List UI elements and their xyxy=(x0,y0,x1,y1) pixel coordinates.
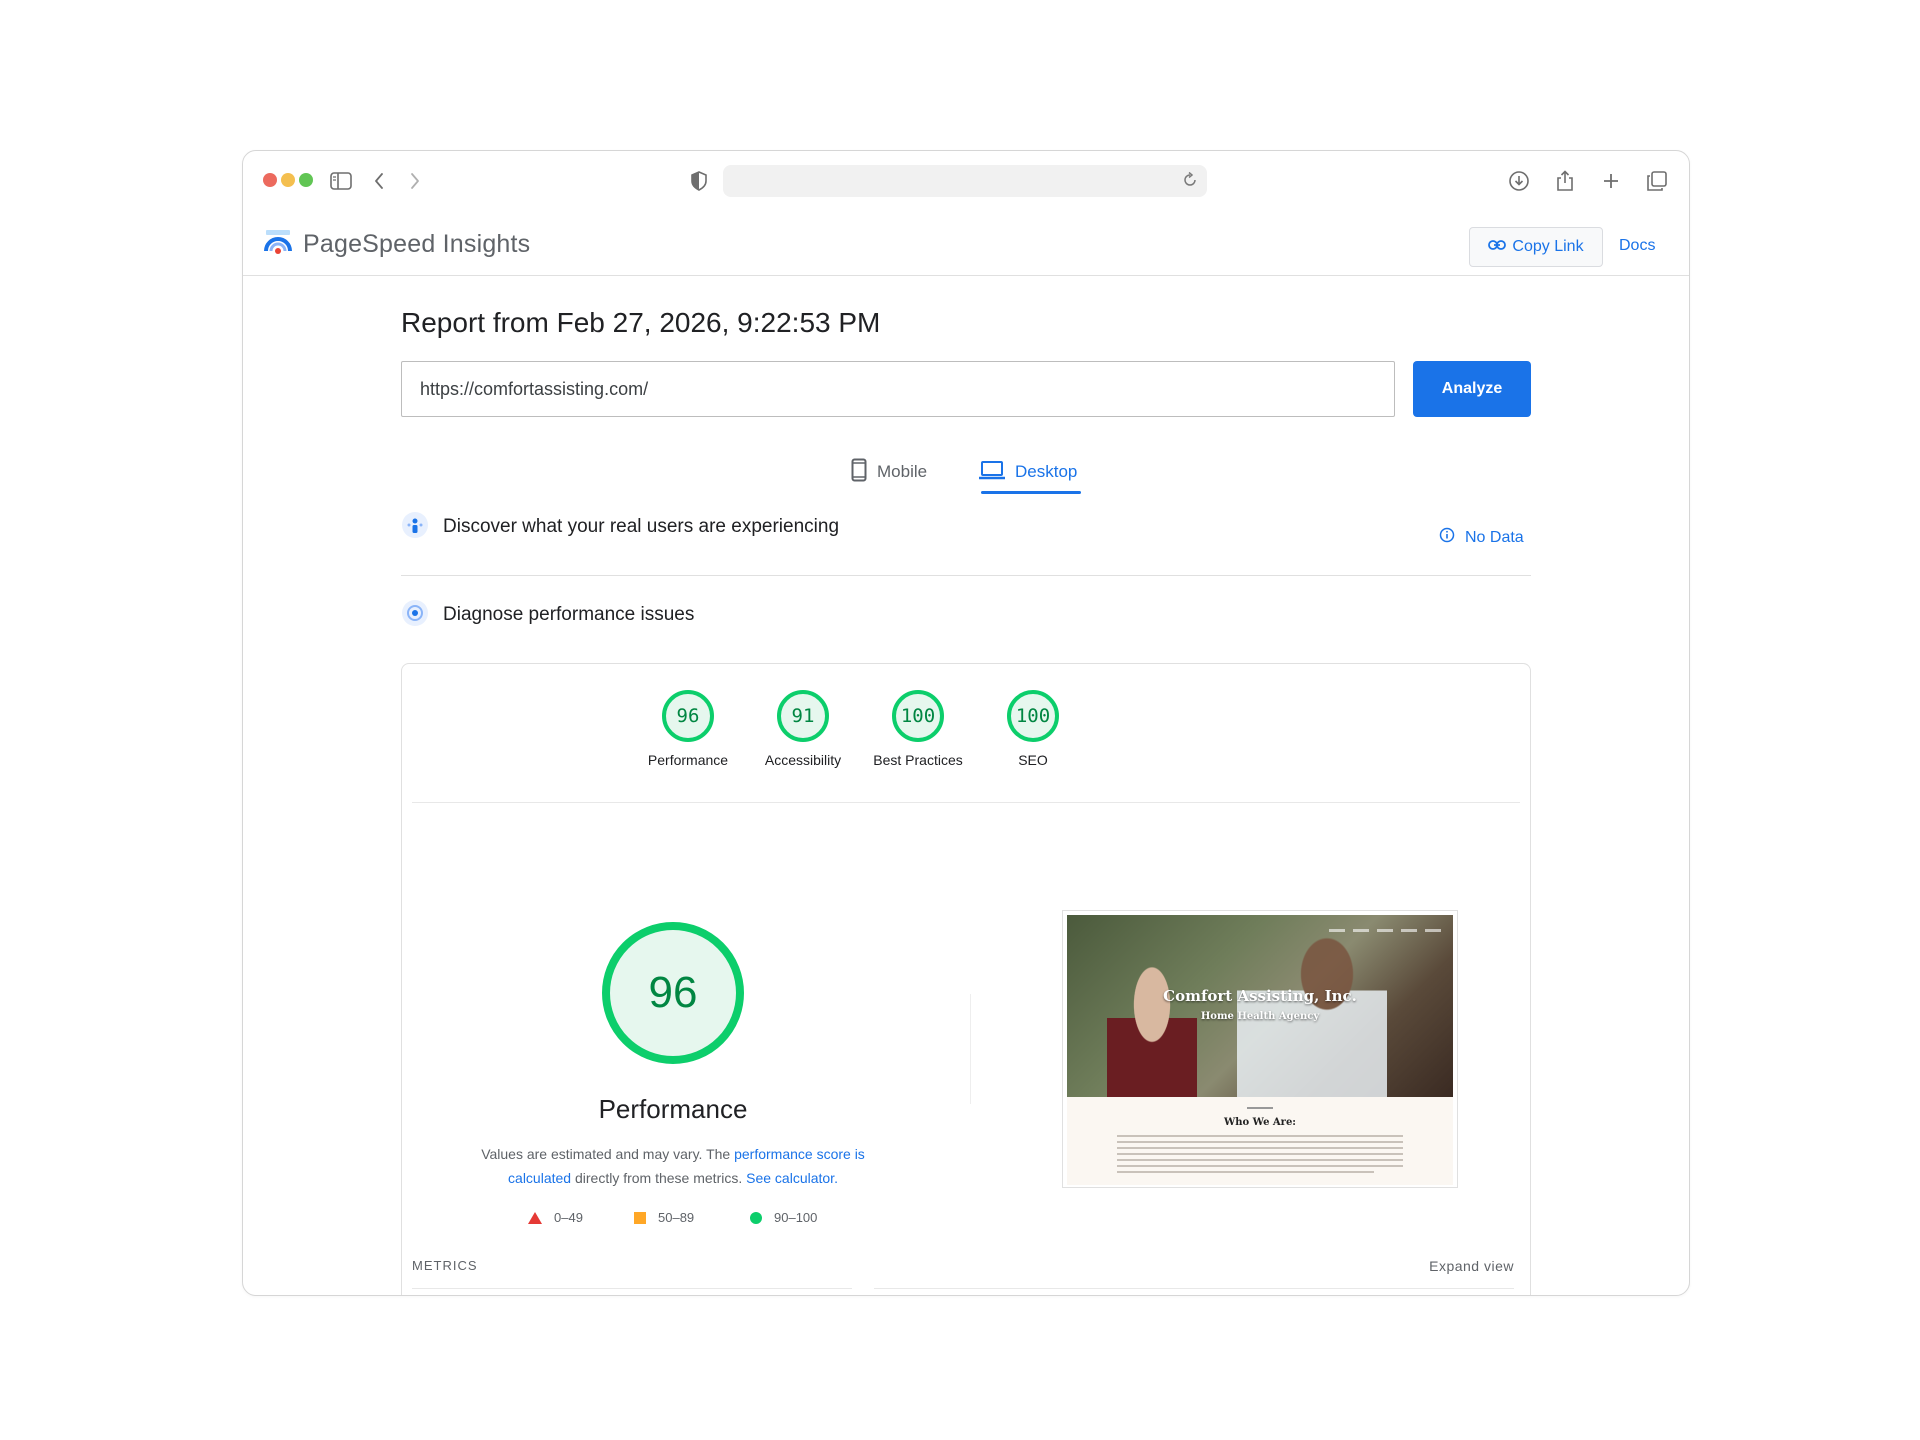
see-calculator-link[interactable]: See calculator. xyxy=(746,1170,838,1186)
score-gauge-seo[interactable]: 100 SEO xyxy=(958,690,1108,768)
screenshot-who-heading: Who We Are: xyxy=(1224,1117,1296,1128)
app-title: PageSpeed Insights xyxy=(303,230,531,258)
diagnose-icon xyxy=(401,599,429,632)
back-icon[interactable] xyxy=(365,167,393,195)
forward-icon[interactable] xyxy=(401,167,429,195)
report-title: Report from Feb 27, 2026, 9:22:53 PM xyxy=(401,307,881,338)
lab-data-title: Diagnose performance issues xyxy=(443,604,695,625)
browser-toolbar xyxy=(243,151,1689,211)
url-input[interactable] xyxy=(401,361,1395,417)
field-data-title: Discover what your real users are experi… xyxy=(443,516,840,537)
copy-link-button[interactable]: Copy Link xyxy=(1469,227,1603,267)
performance-score-gauge: 96 xyxy=(602,922,744,1064)
metrics-divider xyxy=(874,1288,1514,1289)
column-separator xyxy=(970,994,971,1104)
screenshot-text-lines xyxy=(1117,1135,1403,1177)
score-value: 91 xyxy=(777,690,829,742)
sidebar-toggle-icon[interactable] xyxy=(327,167,355,195)
legend-pass: 90–100 xyxy=(750,1210,817,1225)
legend-range: 50–89 xyxy=(658,1210,695,1225)
note-text: Values are estimated and may vary. The xyxy=(481,1146,735,1162)
users-experience-icon xyxy=(401,511,429,544)
lab-results-card: 96 Performance 91 Accessibility 100 Best… xyxy=(401,663,1531,1295)
metrics-label: METRICS xyxy=(412,1258,478,1273)
close-window-button[interactable] xyxy=(263,173,277,187)
average-square-icon xyxy=(634,1211,646,1224)
tab-mobile[interactable]: Mobile xyxy=(851,457,927,487)
legend-range: 90–100 xyxy=(774,1210,818,1225)
browser-window: PageSpeed Insights Copy Link Docs Report… xyxy=(242,150,1690,1296)
active-tab-indicator xyxy=(981,491,1081,494)
gauge-divider xyxy=(412,802,1520,803)
analyze-button[interactable]: Analyze xyxy=(1413,361,1531,417)
reload-icon[interactable] xyxy=(1181,171,1199,194)
screenshot-site-title: Comfort Assisting, Inc. xyxy=(1163,987,1357,1005)
legend-average: 50–89 xyxy=(634,1210,694,1225)
legend-range: 0–49 xyxy=(554,1210,583,1225)
pagespeed-logo-icon xyxy=(263,227,293,262)
docs-link[interactable]: Docs xyxy=(1619,237,1655,255)
tab-desktop-label: Desktop xyxy=(1015,462,1078,481)
link-icon xyxy=(1488,238,1507,256)
section-divider xyxy=(401,575,1531,576)
screenshot-body: Who We Are: xyxy=(1067,1097,1453,1185)
laptop-icon xyxy=(979,460,1005,485)
screenshot-figure xyxy=(1107,965,1197,1097)
fail-triangle-icon xyxy=(528,1211,542,1224)
zoom-window-button[interactable] xyxy=(299,173,313,187)
tab-desktop[interactable]: Desktop xyxy=(979,457,1077,487)
note-text: directly from these metrics. xyxy=(571,1170,747,1186)
minimize-window-button[interactable] xyxy=(281,173,295,187)
no-data-label: No Data xyxy=(1465,528,1524,546)
downloads-icon[interactable] xyxy=(1505,167,1533,195)
lab-data-header: Diagnose performance issues xyxy=(401,597,694,633)
tab-overview-icon[interactable] xyxy=(1643,167,1671,195)
no-data-status[interactable]: No Data xyxy=(1439,527,1524,548)
field-data-header[interactable]: Discover what your real users are experi… xyxy=(401,509,839,545)
score-value: 96 xyxy=(662,690,714,742)
tab-mobile-label: Mobile xyxy=(877,462,928,481)
performance-heading: Performance xyxy=(598,1094,748,1124)
brand[interactable]: PageSpeed Insights xyxy=(263,227,530,262)
share-icon[interactable] xyxy=(1551,167,1579,195)
screenshot-hero-image: Comfort Assisting, Inc. Home Health Agen… xyxy=(1067,915,1453,1097)
expand-view-button[interactable]: Expand view xyxy=(1429,1258,1514,1274)
new-tab-icon[interactable] xyxy=(1597,167,1625,195)
info-icon xyxy=(1439,527,1455,548)
address-bar[interactable] xyxy=(723,165,1207,197)
phone-icon xyxy=(851,458,867,487)
privacy-shield-icon[interactable] xyxy=(685,167,713,195)
legend-fail: 0–49 xyxy=(528,1210,583,1225)
score-value: 100 xyxy=(1007,690,1059,742)
screenshot-divider xyxy=(1247,1107,1273,1109)
score-value: 100 xyxy=(892,690,944,742)
final-screenshot[interactable]: Comfort Assisting, Inc. Home Health Agen… xyxy=(1062,910,1458,1188)
screenshot-nav xyxy=(1329,929,1441,932)
performance-note: Values are estimated and may vary. The p… xyxy=(462,1142,884,1190)
metrics-divider xyxy=(412,1288,852,1289)
score-label: SEO xyxy=(1018,752,1048,768)
pass-circle-icon xyxy=(750,1211,762,1224)
copy-link-label: Copy Link xyxy=(1512,238,1584,255)
screenshot-site-subtitle: Home Health Agency xyxy=(1200,1011,1320,1022)
